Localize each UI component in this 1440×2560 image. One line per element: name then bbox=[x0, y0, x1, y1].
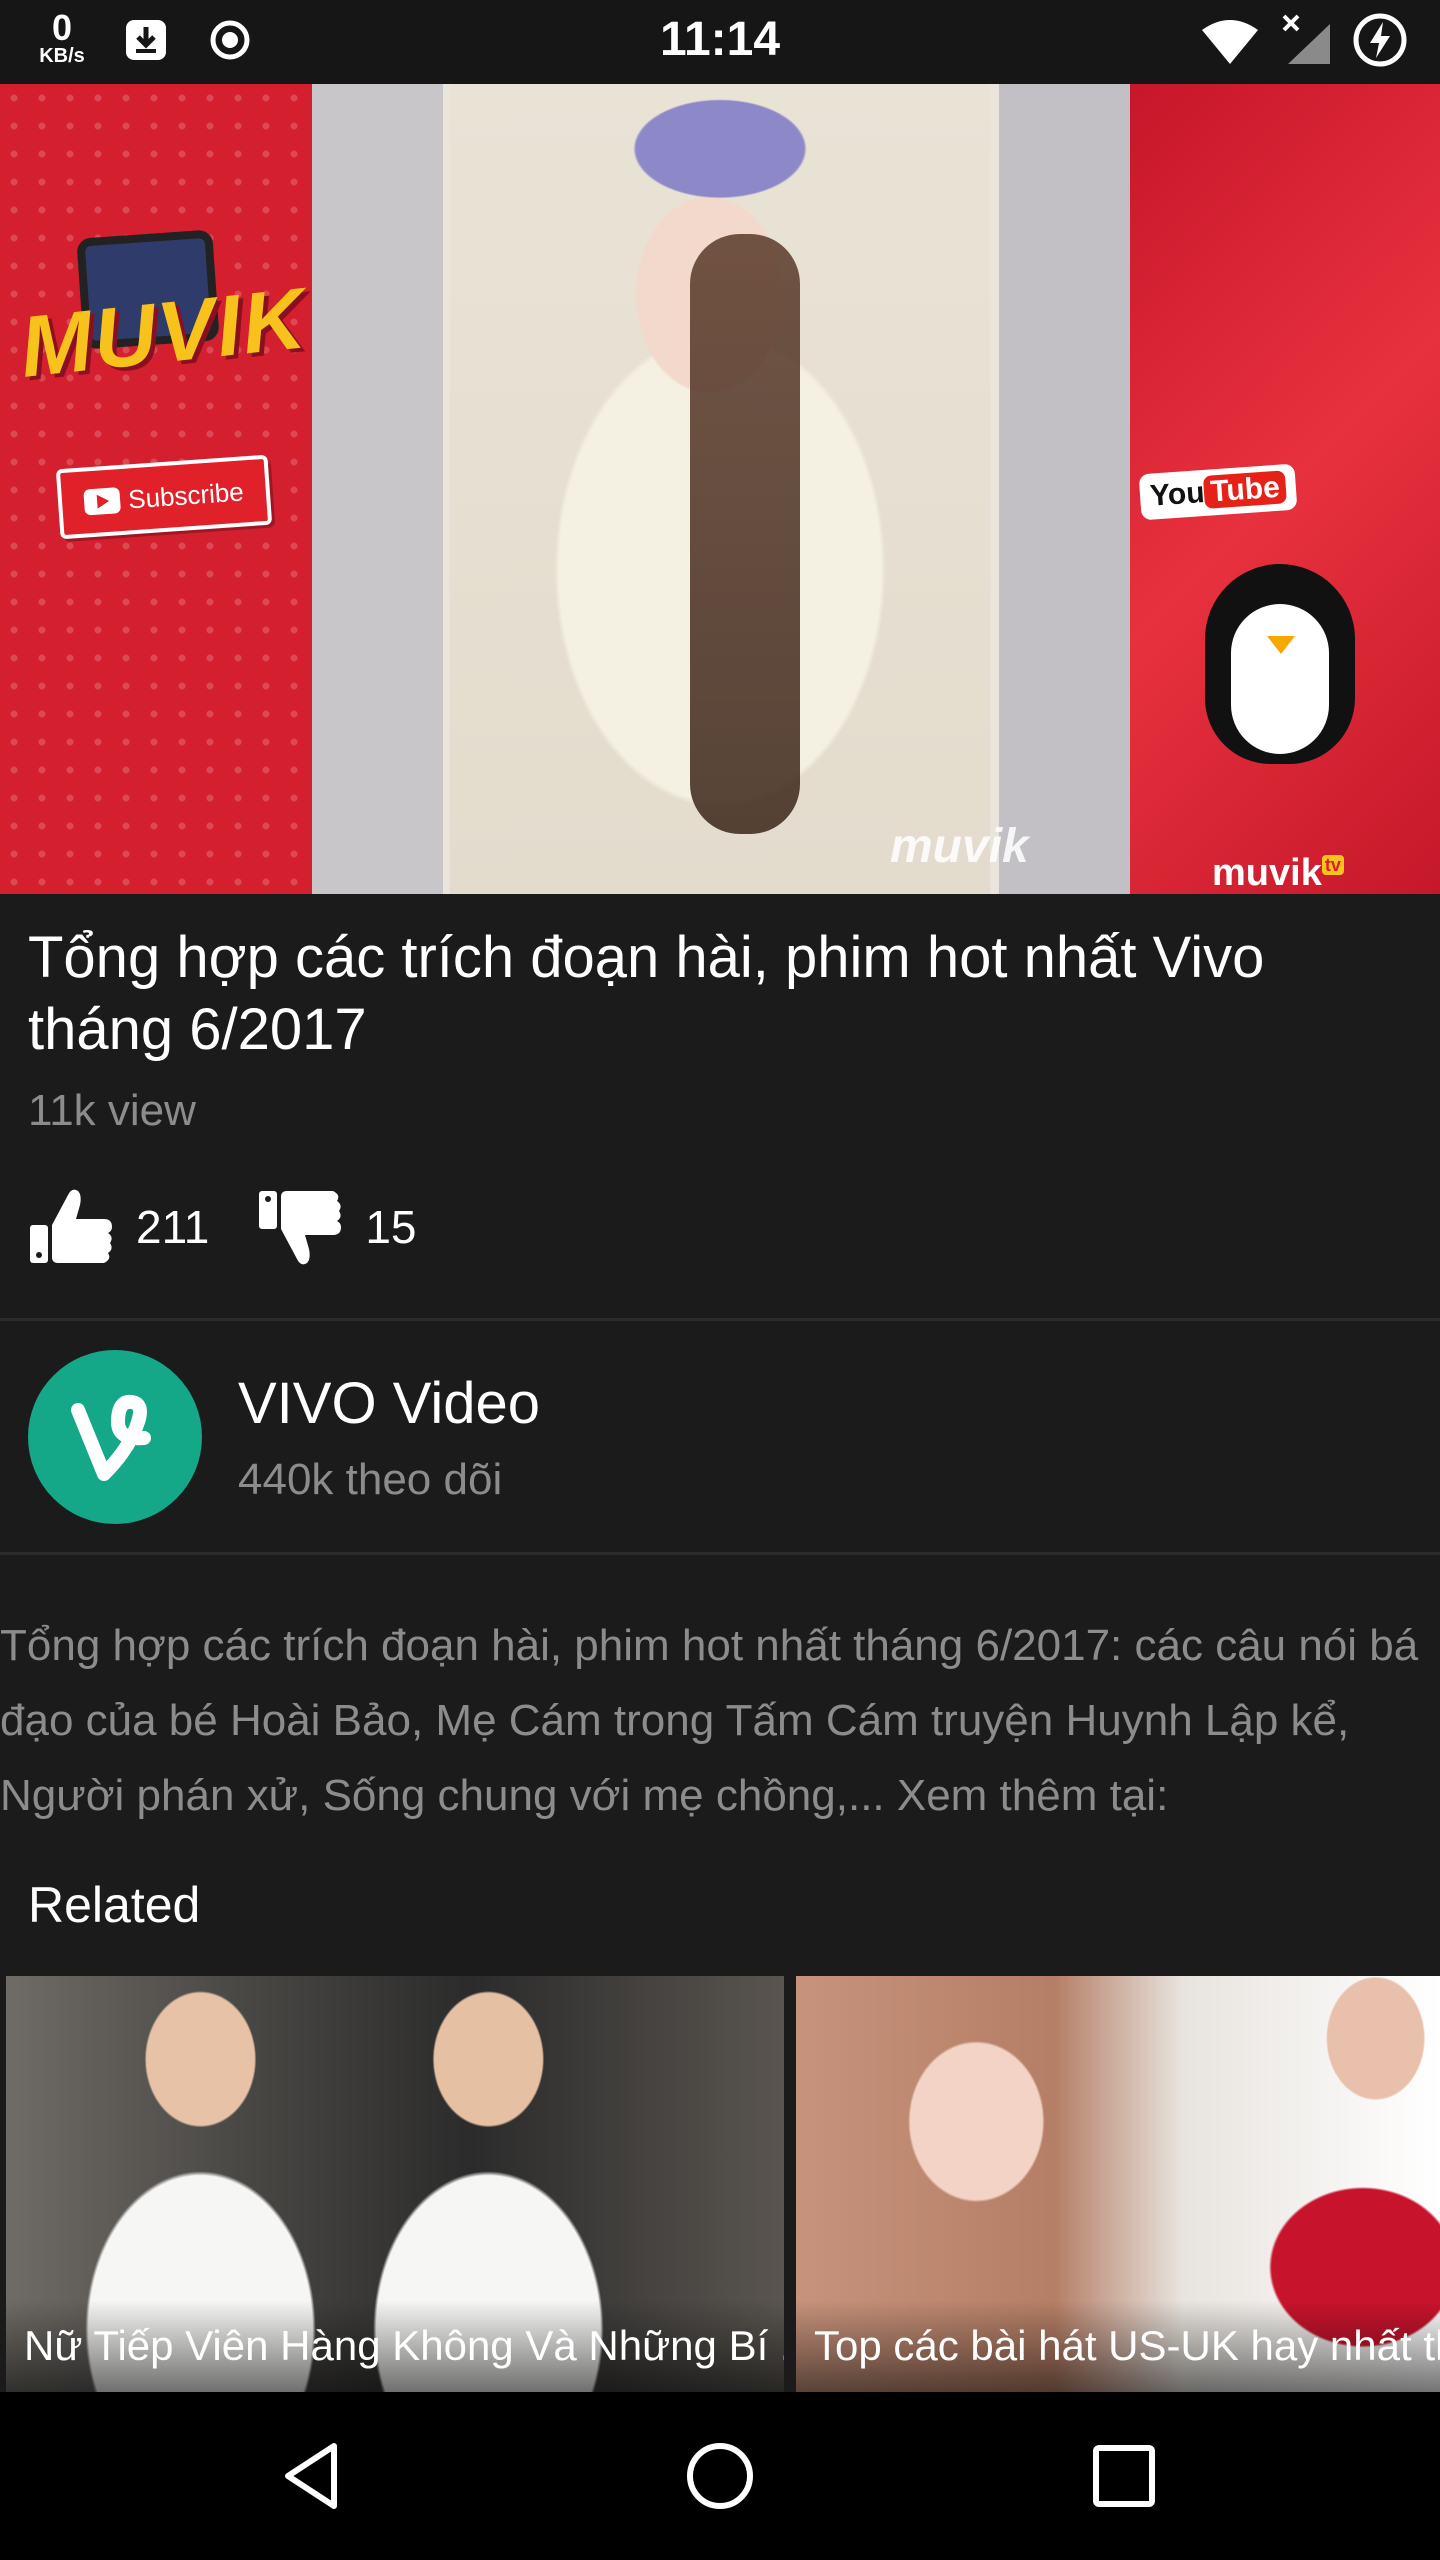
home-icon[interactable] bbox=[680, 2436, 760, 2516]
dislike-count: 15 bbox=[365, 1201, 417, 1253]
status-bar: 0 KB/s 11:14 bbox=[0, 0, 1440, 84]
penguin-mascot-icon bbox=[1195, 544, 1365, 774]
related-video-title: Nữ Tiếp Viên Hàng Không Và Những Bí .. bbox=[6, 2300, 784, 2392]
rating-row: 211 15 bbox=[28, 1182, 465, 1272]
vine-logo-icon bbox=[71, 1394, 151, 1481]
subscribe-label: Subscribe bbox=[127, 475, 245, 514]
like-count: 211 bbox=[136, 1201, 210, 1253]
muvik-tv-sup: tv bbox=[1321, 855, 1344, 876]
channel-avatar[interactable] bbox=[28, 1350, 202, 1524]
follower-count: 440k theo dõi bbox=[238, 1455, 503, 1504]
battery-charging-icon bbox=[1353, 13, 1407, 67]
video-thumbnail-hair bbox=[690, 234, 800, 834]
thumbs-up-icon[interactable] bbox=[28, 1183, 116, 1271]
youtube-play-icon bbox=[83, 487, 122, 516]
related-heading: Related bbox=[28, 1877, 201, 1933]
related-video-card[interactable]: Top các bài hát US-UK hay nhất tha bbox=[796, 1976, 1440, 2392]
related-video-title: Top các bài hát US-UK hay nhất tha bbox=[796, 2300, 1440, 2392]
back-icon[interactable] bbox=[276, 2436, 356, 2516]
video-player[interactable]: MUVIK Subscribe You Tube muvik tv muvik bbox=[0, 84, 1440, 894]
channel-name[interactable]: VIVO Video bbox=[238, 1370, 540, 1437]
navigation-bar bbox=[0, 2392, 1440, 2560]
divider bbox=[0, 1552, 1440, 1555]
view-count: 11k view bbox=[28, 1086, 196, 1135]
video-description: Tổng hợp các trích đoạn hài, phim hot nh… bbox=[0, 1621, 1419, 1820]
video-title: Tổng hợp các trích đoạn hài, phim hot nh… bbox=[28, 925, 1265, 1062]
youtube-badge-tube: Tube bbox=[1203, 470, 1287, 509]
youtube-badge-you: You bbox=[1148, 475, 1206, 513]
cell-signal-icon bbox=[1282, 14, 1330, 64]
divider bbox=[0, 1318, 1440, 1321]
subscribe-button: Subscribe bbox=[55, 454, 273, 540]
related-video-card[interactable]: Nữ Tiếp Viên Hàng Không Và Những Bí .. bbox=[6, 1976, 784, 2392]
video-watermark: muvik bbox=[890, 820, 1029, 873]
muvik-tv-text: muvik bbox=[1212, 852, 1322, 894]
thumbs-down-icon[interactable] bbox=[257, 1183, 345, 1271]
recents-icon[interactable] bbox=[1084, 2436, 1164, 2516]
wifi-icon bbox=[1202, 20, 1258, 64]
muvik-tv-logo: muvik tv bbox=[1212, 852, 1344, 894]
